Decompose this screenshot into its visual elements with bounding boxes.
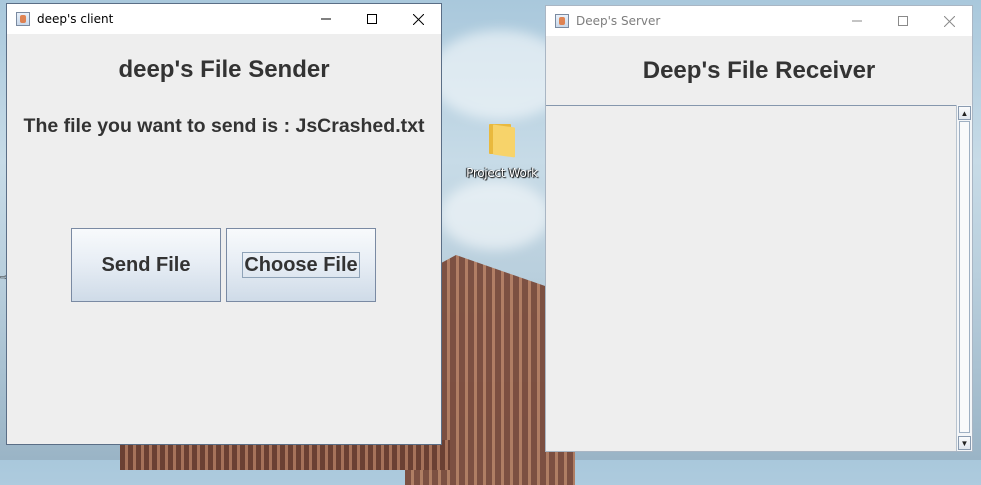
minimize-icon (321, 18, 331, 20)
send-file-button[interactable]: Send File (71, 228, 221, 302)
vertical-scrollbar[interactable]: ▲ ▼ (956, 105, 972, 451)
choose-file-button[interactable]: Choose File (226, 228, 376, 302)
client-titlebar[interactable]: deep's client (7, 4, 441, 34)
close-button[interactable] (395, 4, 441, 34)
close-button[interactable] (926, 6, 972, 36)
client-window-title: deep's client (37, 12, 114, 26)
maximize-button[interactable] (880, 6, 926, 36)
scroll-up-arrow-icon[interactable]: ▲ (958, 106, 971, 120)
java-app-icon (555, 14, 569, 28)
receiver-log-textarea[interactable] (546, 105, 972, 451)
desktop-cloud (440, 180, 550, 250)
java-app-icon (16, 12, 30, 26)
choose-file-label: Choose File (242, 252, 360, 278)
server-window-title: Deep's Server (576, 14, 661, 28)
scrollbar-track[interactable] (959, 121, 970, 433)
maximize-button[interactable] (349, 4, 395, 34)
sender-heading: deep's File Sender (118, 56, 330, 83)
minimize-button[interactable] (303, 4, 349, 34)
maximize-icon (898, 16, 908, 26)
receiver-heading: Deep's File Receiver (642, 57, 876, 84)
selected-file-message: The file you want to send is : JsCrashed… (23, 115, 425, 137)
server-window: Deep's Server Deep's File Receiver ▲ ▼ (545, 5, 973, 452)
maximize-icon (367, 14, 377, 24)
client-window: deep's client deep's File Sender The fil… (6, 3, 442, 445)
folder-icon (489, 122, 515, 158)
desktop-icon-label: Project Work (466, 166, 538, 180)
minimize-button[interactable] (834, 6, 880, 36)
close-icon (943, 15, 955, 27)
minimize-icon (852, 20, 862, 22)
server-titlebar[interactable]: Deep's Server (546, 6, 972, 36)
scroll-down-arrow-icon[interactable]: ▼ (958, 436, 971, 450)
close-icon (412, 13, 424, 25)
desktop-icon-project-work[interactable]: Project Work (462, 122, 542, 180)
